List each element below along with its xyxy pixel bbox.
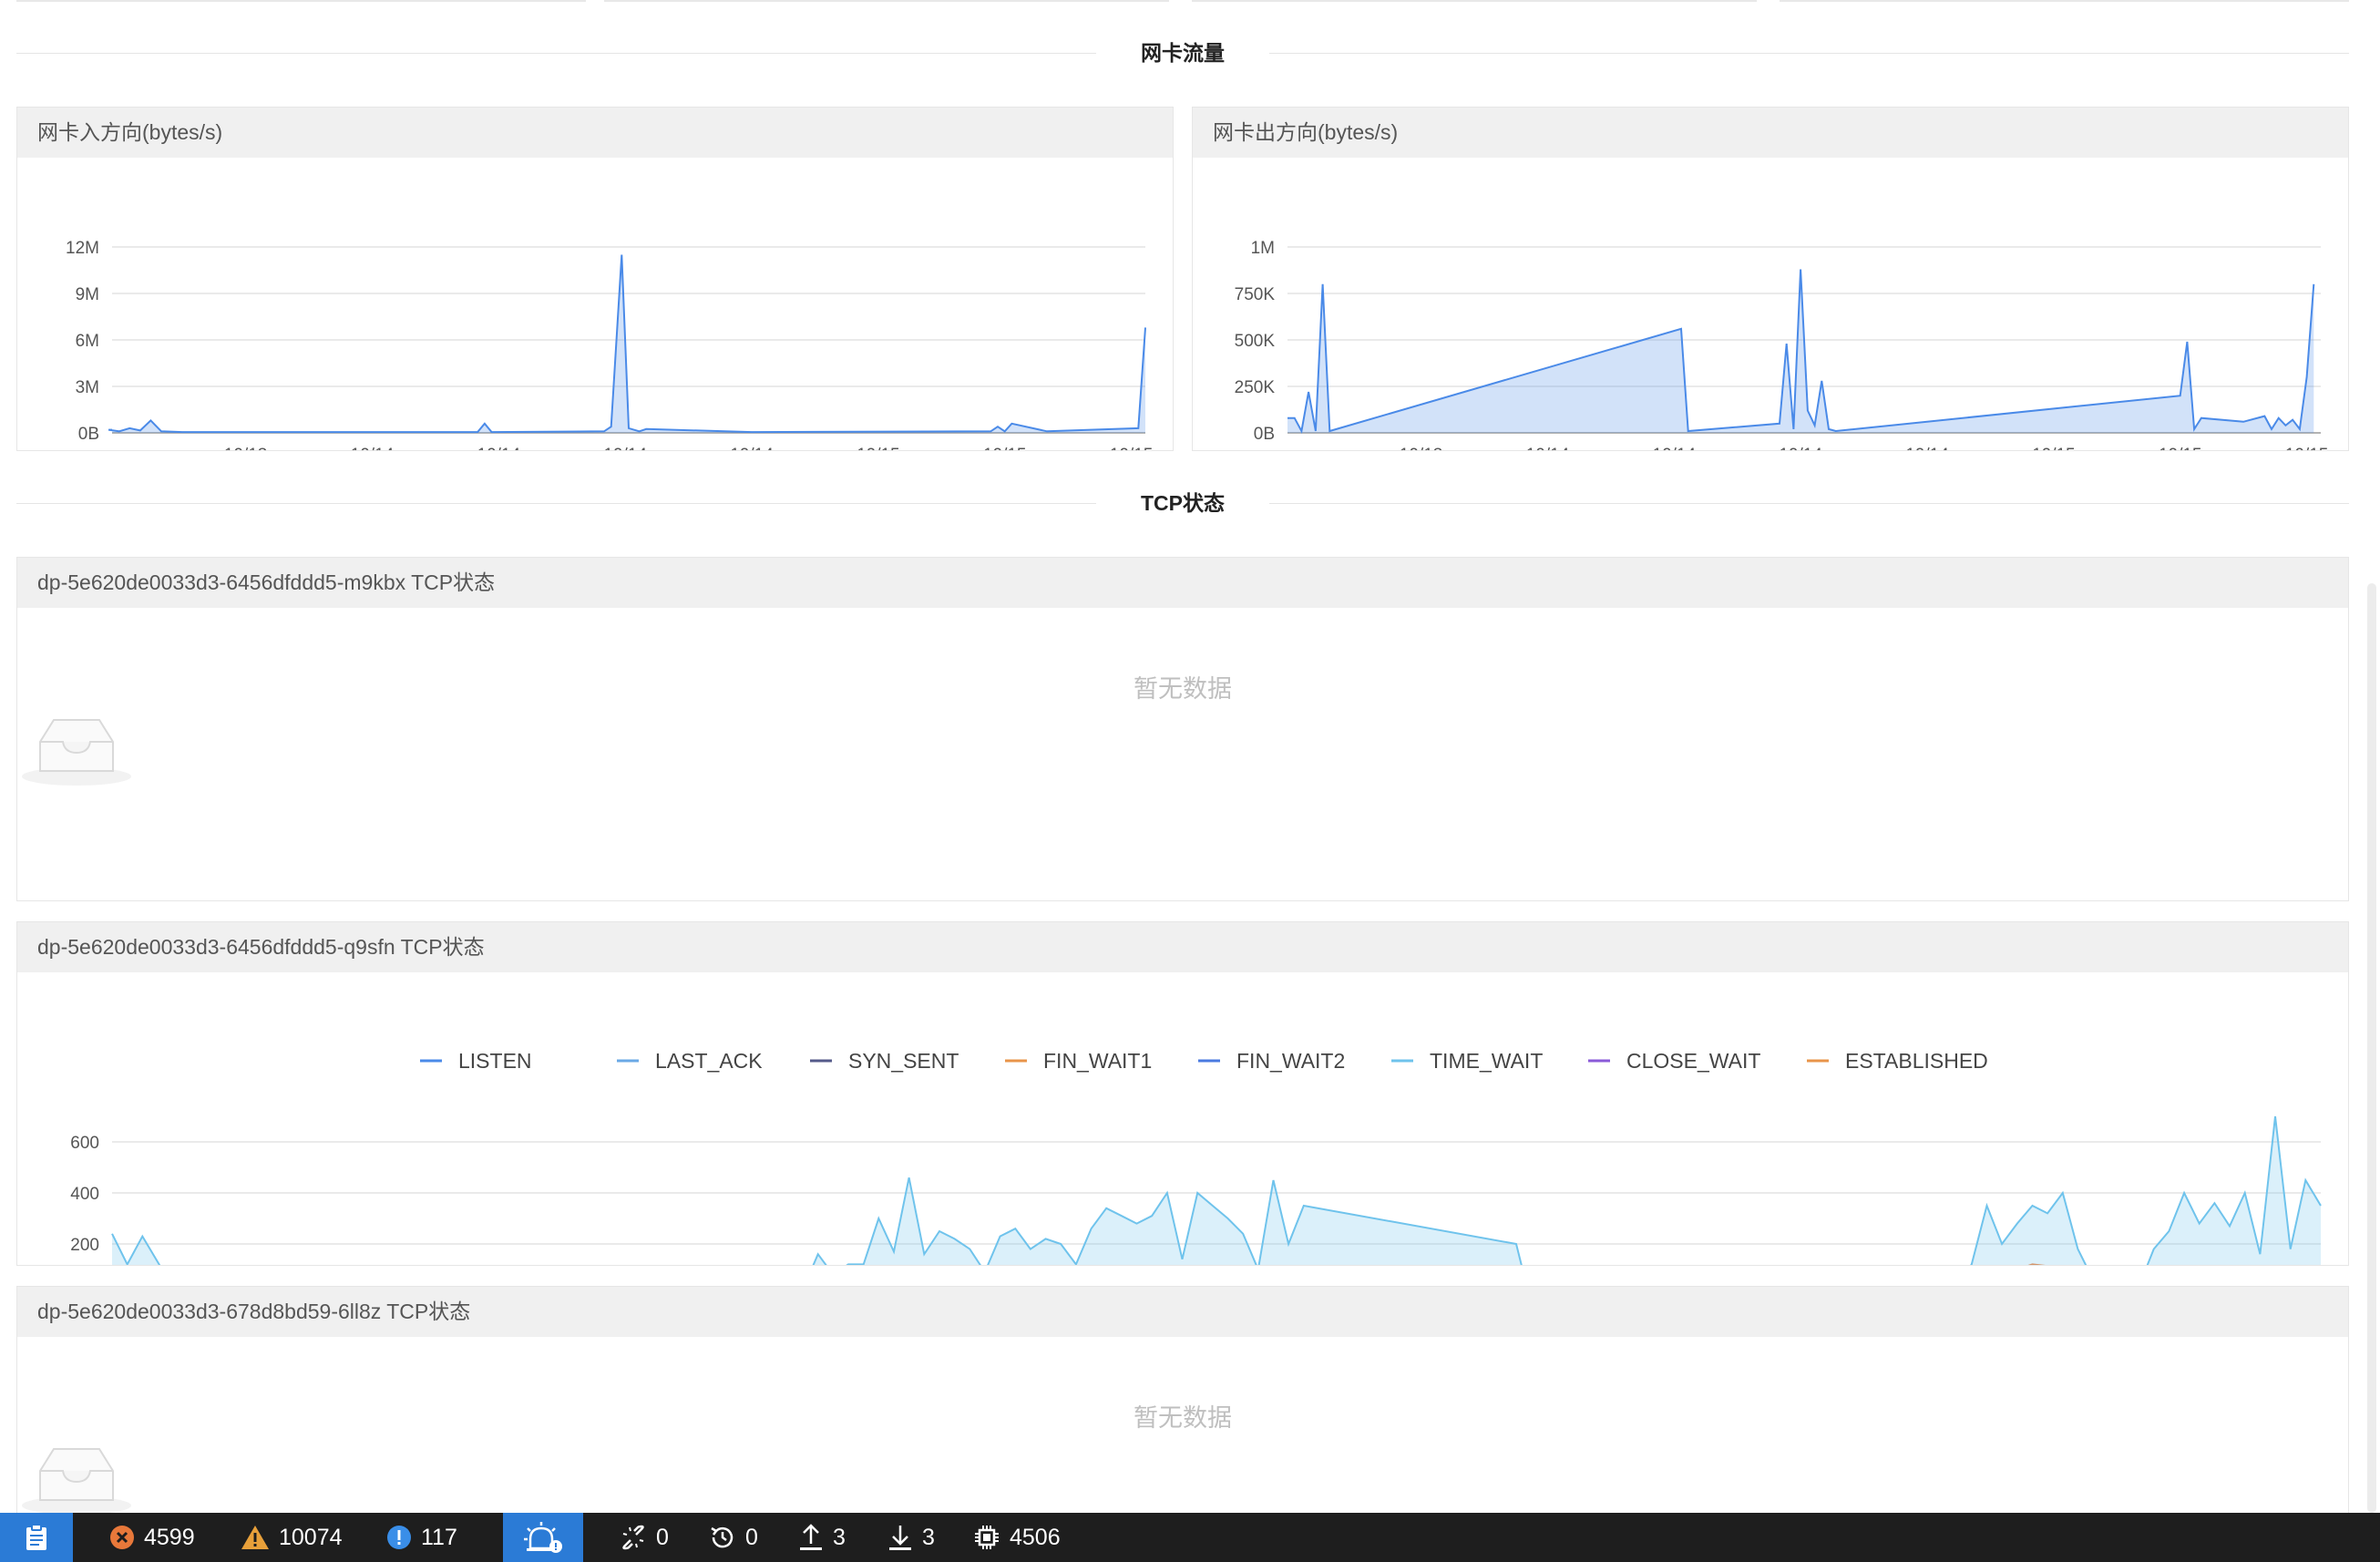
- nic-in-panel: 网卡入方向(bytes/s) 12M9M6M3M0B10/1322:0010/1…: [16, 107, 1174, 451]
- legend-label: ESTABLISHED: [1845, 1049, 1988, 1073]
- pending-indicator[interactable]: 0: [709, 1513, 758, 1562]
- links-indicator[interactable]: 0: [620, 1513, 669, 1562]
- x-tick-label: 10/15: [2285, 446, 2329, 450]
- tcp-q9sfn-chart[interactable]: 600400200010/1322:0010/1404:0010/1410:00…: [17, 973, 2348, 1265]
- y-tick-label: 250K: [1235, 378, 1276, 397]
- panel-title: dp-5e620de0033d3-678d8bd59-6ll8z TCP状态: [17, 1287, 2348, 1337]
- legend-label: LAST_ACK: [655, 1049, 763, 1073]
- y-tick-label: 3M: [76, 378, 99, 397]
- links-count: 0: [656, 1524, 669, 1550]
- empty-state: 暂无数据: [17, 1392, 2348, 1515]
- previous-panels-edge: [16, 0, 2349, 2]
- section-tcp-state: TCP状态: [16, 485, 2349, 521]
- downloads-count: 3: [922, 1524, 935, 1550]
- infos-count: 117: [421, 1524, 457, 1550]
- y-tick-label: 6M: [76, 332, 99, 351]
- empty-state: 暂无数据: [17, 663, 2348, 786]
- series-line: [108, 254, 1146, 434]
- x-tick-label: 10/15: [983, 446, 1027, 450]
- empty-text: 暂无数据: [1134, 675, 1232, 703]
- download-icon: [889, 1526, 911, 1550]
- y-tick-label: 0B: [78, 425, 99, 444]
- processes-indicator[interactable]: 4506: [973, 1513, 1061, 1562]
- pending-count: 0: [745, 1524, 758, 1550]
- chip-icon: [975, 1526, 999, 1549]
- panel-title: 网卡入方向(bytes/s): [17, 108, 1173, 158]
- alarm-icon: [524, 1522, 562, 1553]
- uploads-count: 3: [833, 1524, 846, 1550]
- unlink-icon: [622, 1525, 644, 1550]
- legend-label: TIME_WAIT: [1430, 1049, 1543, 1073]
- x-tick-label: 10/14: [730, 446, 774, 450]
- nic-out-panel: 网卡出方向(bytes/s) 1M750K500K250K0B10/1322:0…: [1192, 107, 2349, 451]
- y-tick-label: 9M: [76, 285, 99, 304]
- x-tick-label: 10/14: [603, 446, 647, 450]
- clipboard-button[interactable]: [0, 1513, 73, 1562]
- inbox-icon: [22, 719, 131, 786]
- processes-count: 4506: [1010, 1524, 1061, 1550]
- y-tick-label: 1M: [1251, 239, 1275, 258]
- uploads-indicator[interactable]: 3: [798, 1513, 846, 1562]
- upload-icon: [800, 1524, 822, 1550]
- x-tick-label: 10/14: [1526, 446, 1570, 450]
- x-tick-label: 10/14: [351, 446, 395, 450]
- section-nic-traffic: 网卡流量: [16, 35, 2349, 71]
- tcp-6ll8z-panel: dp-5e620de0033d3-678d8bd59-6ll8z TCP状态 暂…: [16, 1286, 2349, 1523]
- downloads-indicator[interactable]: 3: [887, 1513, 935, 1562]
- empty-text: 暂无数据: [1134, 1404, 1232, 1432]
- y-tick-label: 750K: [1235, 285, 1276, 304]
- series-area: [112, 1116, 2321, 1265]
- x-tick-label: 10/13: [1400, 446, 1443, 450]
- nic-out-chart[interactable]: 1M750K500K250K0B10/1322:0010/1404:0010/1…: [1193, 159, 2348, 450]
- legend-label: SYN_SENT: [848, 1049, 959, 1073]
- x-tick-label: 10/14: [477, 446, 521, 450]
- warnings-indicator[interactable]: 10074: [241, 1513, 343, 1562]
- errors-indicator[interactable]: 4599: [109, 1513, 195, 1562]
- info-icon: [387, 1526, 411, 1549]
- inbox-icon: [22, 1448, 131, 1515]
- y-tick-label: 600: [70, 1134, 99, 1153]
- clipboard-icon: [26, 1524, 46, 1550]
- legend-label: LISTEN: [458, 1049, 532, 1073]
- x-tick-label: 10/15: [1110, 446, 1154, 450]
- status-bar: 4599 10074 117 0 0 3 3 4506: [0, 1513, 2380, 1562]
- y-tick-label: 400: [70, 1185, 99, 1204]
- history-icon: [711, 1526, 733, 1548]
- legend-label: FIN_WAIT2: [1236, 1049, 1345, 1073]
- y-tick-label: 500K: [1235, 332, 1276, 351]
- y-tick-label: 200: [70, 1236, 99, 1255]
- x-tick-label: 10/14: [1779, 446, 1822, 450]
- y-tick-label: 12M: [66, 239, 99, 258]
- panel-title: dp-5e620de0033d3-6456dfddd5-m9kbx TCP状态: [17, 558, 2348, 608]
- legend-label: FIN_WAIT1: [1043, 1049, 1152, 1073]
- nic-in-chart[interactable]: 12M9M6M3M0B10/1322:0010/1404:0010/1410:0…: [17, 159, 1173, 450]
- y-tick-label: 0B: [1254, 425, 1275, 444]
- tcp-m9kbx-panel: dp-5e620de0033d3-6456dfddd5-m9kbx TCP状态 …: [16, 557, 2349, 901]
- x-tick-label: 10/13: [224, 446, 268, 450]
- tcp-q9sfn-panel: dp-5e620de0033d3-6456dfddd5-q9sfn TCP状态 …: [16, 921, 2349, 1266]
- panel-title: 网卡出方向(bytes/s): [1193, 108, 2348, 158]
- x-tick-label: 10/14: [1653, 446, 1697, 450]
- x-tick-label: 10/15: [857, 446, 900, 450]
- alarm-button[interactable]: [503, 1513, 583, 1562]
- infos-indicator[interactable]: 117: [386, 1513, 457, 1562]
- x-tick-label: 10/15: [2032, 446, 2076, 450]
- error-icon: [110, 1526, 134, 1549]
- x-tick-label: 10/14: [1905, 446, 1949, 450]
- legend-label: CLOSE_WAIT: [1626, 1049, 1760, 1073]
- vertical-scrollbar[interactable]: [2362, 583, 2380, 1513]
- errors-count: 4599: [144, 1524, 195, 1550]
- warning-icon: [241, 1526, 269, 1549]
- x-tick-label: 10/15: [2159, 446, 2202, 450]
- scrollbar-thumb[interactable]: [2367, 583, 2376, 1513]
- section-title: TCP状态: [1141, 491, 1225, 515]
- warnings-count: 10074: [279, 1524, 343, 1550]
- panel-title: dp-5e620de0033d3-6456dfddd5-q9sfn TCP状态: [17, 922, 2348, 972]
- section-title: 网卡流量: [1141, 41, 1225, 65]
